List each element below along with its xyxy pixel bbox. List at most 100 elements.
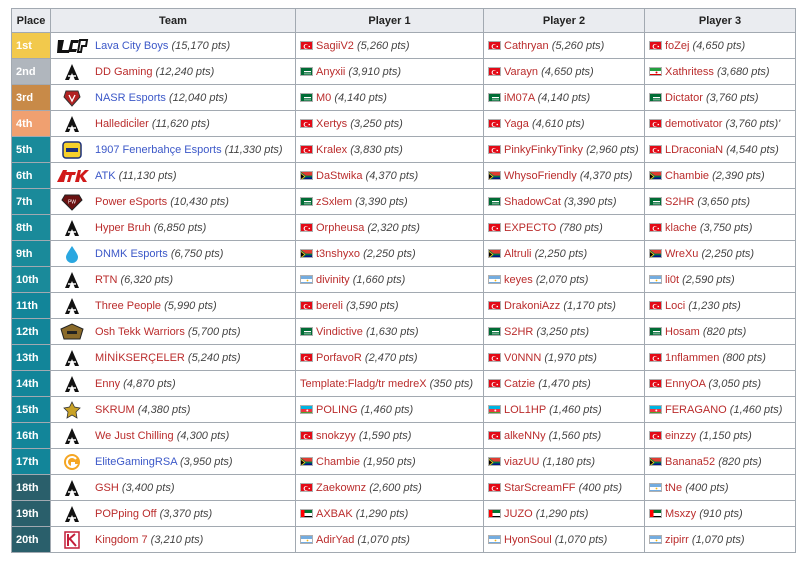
player-name-link[interactable]: keyes (504, 274, 533, 286)
player-name-link[interactable]: JUZO (504, 508, 533, 520)
player-name-link[interactable]: divinity (316, 274, 350, 286)
a-team-logo-icon[interactable] (55, 297, 89, 315)
player-name-link[interactable]: zipirr (665, 534, 689, 546)
player-name-link[interactable]: Template:Fladg/tr medreX (300, 378, 427, 390)
header-player-2[interactable]: Player 2 (483, 8, 645, 33)
player-name-link[interactable]: Chambie (316, 456, 360, 468)
player-name-link[interactable]: zSxlem (316, 196, 352, 208)
player-name-link[interactable]: Loci (665, 300, 685, 312)
player-name-link[interactable]: viazUU (504, 456, 539, 468)
a-team-logo-icon[interactable] (55, 115, 89, 133)
team-name-link[interactable]: NASR Esports (95, 91, 166, 103)
player-name-link[interactable]: Zaekownz (316, 482, 366, 494)
player-name-link[interactable]: Xathritess (665, 66, 714, 78)
header-place[interactable]: Place (11, 8, 51, 33)
player-name-link[interactable]: Catzie (504, 378, 535, 390)
player-name-link[interactable]: SagiiV2 (316, 40, 354, 52)
player-name-link[interactable]: S2HR (504, 326, 533, 338)
player-name-link[interactable]: AXBAK (316, 508, 353, 520)
atk-team-logo-icon[interactable] (55, 167, 89, 185)
player-name-link[interactable]: einzzy (665, 430, 696, 442)
player-name-link[interactable]: Yaga (504, 118, 529, 130)
team-name-link[interactable]: GSH (95, 481, 119, 493)
egr-team-logo-icon[interactable] (55, 453, 89, 471)
team-name-link[interactable]: Kingdom 7 (95, 533, 148, 545)
player-name-link[interactable]: t3nshyxo (316, 248, 360, 260)
team-name-link[interactable]: DD Gaming (95, 65, 152, 77)
team-name-link[interactable]: EliteGamingRSA (95, 455, 177, 467)
player-name-link[interactable]: li0t (665, 274, 679, 286)
a-team-logo-icon[interactable] (55, 63, 89, 81)
a-team-logo-icon[interactable] (55, 375, 89, 393)
a-team-logo-icon[interactable] (55, 349, 89, 367)
player-name-link[interactable]: Varayn (504, 66, 538, 78)
player-name-link[interactable]: ShadowCat (504, 196, 561, 208)
player-name-link[interactable]: Altruli (504, 248, 532, 260)
team-name-link[interactable]: MİNİKSERÇELER (95, 351, 185, 363)
player-name-link[interactable]: DaStwika (316, 170, 362, 182)
header-player-3[interactable]: Player 3 (644, 8, 796, 33)
player-name-link[interactable]: tNe (665, 482, 682, 494)
team-name-link[interactable]: SKRUM (95, 403, 135, 415)
a-team-logo-icon[interactable] (55, 271, 89, 289)
player-name-link[interactable]: Anyxii (316, 66, 345, 78)
header-player-1[interactable]: Player 1 (295, 8, 484, 33)
a-team-logo-icon[interactable] (55, 479, 89, 497)
team-name-link[interactable]: Lava City Boys (95, 39, 168, 51)
team-name-link[interactable]: Enny (95, 377, 120, 389)
a-team-logo-icon[interactable] (55, 505, 89, 523)
player-name-link[interactable]: V0NNN (504, 352, 541, 364)
player-name-link[interactable]: foZej (665, 40, 689, 52)
player-name-link[interactable]: FERAGANO (665, 404, 727, 416)
player-name-link[interactable]: bereli (316, 300, 343, 312)
player-name-link[interactable]: Orpheusa (316, 222, 364, 234)
team-name-link[interactable]: RTN (95, 273, 117, 285)
player-name-link[interactable]: iM07A (504, 92, 535, 104)
team-name-link[interactable]: Three People (95, 299, 161, 311)
team-name-link[interactable]: POPping Off (95, 507, 157, 519)
player-name-link[interactable]: 1nflammen (665, 352, 719, 364)
player-name-link[interactable]: Chambie (665, 170, 709, 182)
player-name-link[interactable]: WhysoFriendly (504, 170, 577, 182)
player-name-link[interactable]: M0 (316, 92, 331, 104)
a-team-logo-icon[interactable] (55, 427, 89, 445)
lcb-team-logo-icon[interactable] (55, 37, 89, 55)
player-name-link[interactable]: Banana52 (665, 456, 715, 468)
player-name-link[interactable]: Vindictive (316, 326, 363, 338)
player-name-link[interactable]: Xertys (316, 118, 347, 130)
dnmk-team-logo-icon[interactable] (55, 245, 89, 263)
team-name-link[interactable]: Osh Tekk Warriors (95, 325, 185, 337)
player-name-link[interactable]: POLING (316, 404, 358, 416)
team-name-link[interactable]: DNMK Esports (95, 247, 168, 259)
player-name-link[interactable]: Dictator (665, 92, 703, 104)
header-team[interactable]: Team (50, 8, 296, 33)
player-name-link[interactable]: PorfavoR (316, 352, 362, 364)
player-name-link[interactable]: demotivator (665, 118, 722, 130)
player-name-link[interactable]: PinkyFinkyTinky (504, 144, 583, 156)
team-name-link[interactable]: 1907 Fenerbahçe Esports (95, 143, 222, 155)
player-name-link[interactable]: klache (665, 222, 697, 234)
player-name-link[interactable]: EnnyOA (665, 378, 705, 390)
team-name-link[interactable]: Power eSports (95, 195, 167, 207)
power-team-logo-icon[interactable]: PW (55, 193, 89, 211)
skrum-team-logo-icon[interactable] (55, 400, 89, 419)
player-name-link[interactable]: DrakoniAzz (504, 300, 560, 312)
team-name-link[interactable]: Halledici̇ler (95, 117, 149, 129)
player-name-link[interactable]: S2HR (665, 196, 694, 208)
player-name-link[interactable]: LOL1HP (504, 404, 546, 416)
fb-team-logo-icon[interactable] (55, 140, 89, 159)
player-name-link[interactable]: HyonSoul (504, 534, 552, 546)
player-name-link[interactable]: Hosam (665, 326, 700, 338)
player-name-link[interactable]: WreXu (665, 248, 698, 260)
player-name-link[interactable]: LDraconiaN (665, 144, 723, 156)
k7-team-logo-icon[interactable] (55, 530, 89, 549)
nasr-team-logo-icon[interactable] (55, 89, 89, 107)
player-name-link[interactable]: StarScreamFF (504, 482, 576, 494)
osh-team-logo-icon[interactable] (55, 322, 89, 341)
player-name-link[interactable]: Kralex (316, 144, 347, 156)
player-name-link[interactable]: snokzyy (316, 430, 356, 442)
team-name-link[interactable]: We Just Chilling (95, 429, 174, 441)
player-name-link[interactable]: EXPECTO (504, 222, 556, 234)
team-name-link[interactable]: Hyper Bruh (95, 221, 151, 233)
a-team-logo-icon[interactable] (55, 219, 89, 237)
